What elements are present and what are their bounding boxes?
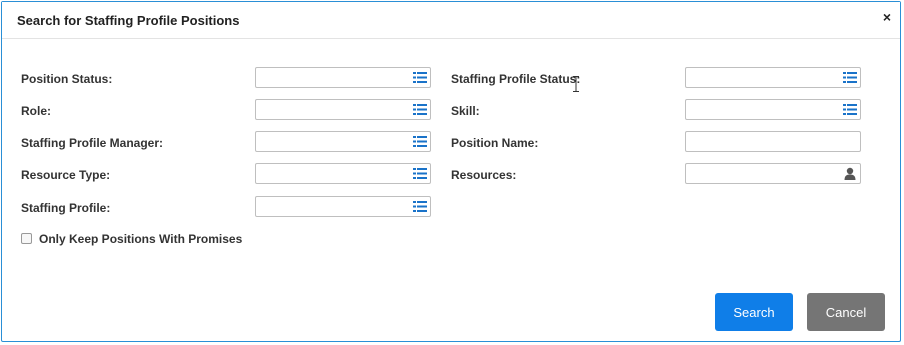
skill-label: Skill: — [451, 104, 480, 118]
cancel-button[interactable]: Cancel — [807, 293, 885, 331]
staffing-profile-field[interactable] — [255, 196, 431, 217]
staffing-profile-manager-field[interactable] — [255, 131, 431, 152]
position-name-input[interactable] — [685, 131, 861, 152]
text-cursor-icon — [573, 76, 579, 92]
staffing-profile-status-label: Staffing Profile Status: — [451, 72, 581, 86]
staffing-profile-manager-label: Staffing Profile Manager: — [21, 136, 164, 150]
close-icon[interactable]: × — [883, 9, 891, 25]
list-icon[interactable] — [413, 103, 427, 116]
search-button[interactable]: Search — [715, 293, 793, 331]
list-icon[interactable] — [413, 71, 427, 84]
dialog-title: Search for Staffing Profile Positions — [17, 13, 240, 28]
staffing-profile-label: Staffing Profile: — [21, 201, 111, 215]
skill-field[interactable] — [685, 99, 861, 120]
position-name-label: Position Name: — [451, 136, 539, 150]
resource-type-field[interactable] — [255, 163, 431, 184]
list-icon[interactable] — [843, 103, 857, 116]
position-status-label: Position Status: — [21, 72, 113, 86]
list-icon[interactable] — [413, 135, 427, 148]
resources-label: Resources: — [451, 168, 517, 182]
role-field[interactable] — [255, 99, 431, 120]
dialog-header: Search for Staffing Profile Positions × — [2, 2, 900, 39]
list-icon[interactable] — [413, 200, 427, 213]
list-icon[interactable] — [843, 71, 857, 84]
position-status-field[interactable] — [255, 67, 431, 88]
list-icon[interactable] — [413, 167, 427, 180]
resource-type-label: Resource Type: — [21, 168, 111, 182]
staffing-profile-status-field[interactable] — [685, 67, 861, 88]
only-keep-promises-label: Only Keep Positions With Promises — [39, 232, 243, 246]
role-label: Role: — [21, 104, 51, 118]
person-icon[interactable] — [843, 167, 857, 180]
resources-field[interactable] — [685, 163, 861, 184]
only-keep-promises-checkbox[interactable] — [21, 233, 32, 244]
